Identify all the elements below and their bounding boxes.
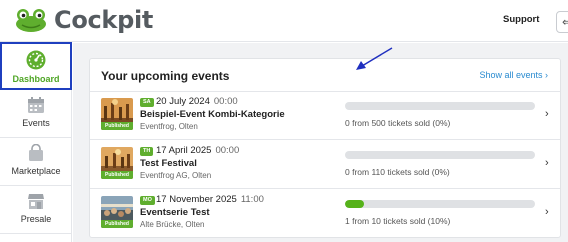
frog-logo-icon (16, 9, 46, 32)
event-date: 17 November 2025 11:00 (156, 194, 264, 205)
sidebar-item-label: Events (22, 118, 50, 128)
main-content: Your upcoming events Show all events › P… (73, 43, 568, 242)
shopping-bag-icon (29, 144, 43, 161)
event-title: Eventserie Test (140, 207, 210, 218)
event-venue: Eventfrog AG, Olten (140, 171, 212, 180)
event-title: Test Festival (140, 158, 197, 169)
tickets-sold-text: 0 from 500 tickets sold (0%) (345, 118, 451, 128)
event-row[interactable]: Published TH 17 April 2025 00:00 Test Fes… (90, 141, 560, 189)
ticket-progress-fill (345, 200, 364, 208)
status-badge: Published (101, 122, 133, 130)
ticket-progress-bar (345, 200, 535, 208)
event-row[interactable]: Published MO 17 November 2025 11:00 Event… (90, 190, 560, 238)
top-bar: Cockpit Support ⇐ (0, 0, 568, 42)
ticket-progress-bar (345, 102, 535, 110)
event-time: 00:00 (215, 145, 240, 156)
sidebar-item-presale[interactable]: Presale (0, 186, 72, 234)
weekday-badge: SA (140, 98, 154, 107)
store-icon (28, 194, 44, 209)
status-badge: Published (101, 220, 133, 228)
sidebar-item-label: Dashboard (12, 74, 60, 84)
calendar-icon (28, 97, 44, 113)
event-title: Beispiel-Event Kombi-Kategorie (140, 109, 285, 120)
logout-button[interactable]: ⇐ (556, 11, 568, 33)
upcoming-events-card: Your upcoming events Show all events › P… (89, 58, 561, 238)
event-time: 11:00 (240, 194, 264, 205)
app-logo[interactable]: Cockpit (14, 5, 153, 35)
sidebar-item-label: Marketplace (11, 166, 61, 176)
app-name: Cockpit (54, 6, 154, 34)
event-time: 00:00 (213, 96, 238, 107)
event-date-text: 17 April 2025 (156, 145, 212, 156)
chevron-right-icon[interactable]: › (545, 108, 549, 120)
event-date-text: 20 July 2024 (156, 96, 210, 107)
show-all-events-link[interactable]: Show all events › (479, 70, 548, 80)
event-date: 17 April 2025 00:00 (156, 145, 239, 156)
tickets-sold-text: 0 from 110 tickets sold (0%) (345, 167, 450, 177)
logout-icon: ⇐ (562, 15, 568, 29)
tickets-sold-text: 1 from 10 tickets sold (10%) (345, 216, 451, 226)
event-venue: Alte Brücke, Olten (140, 220, 205, 229)
event-date: 20 July 2024 00:00 (156, 96, 238, 107)
support-link[interactable]: Support (503, 14, 539, 25)
card-title: Your upcoming events (101, 69, 230, 83)
event-venue: Eventfrog, Olten (140, 122, 198, 131)
gauge-icon (26, 50, 46, 70)
sidebar-item-dashboard[interactable]: Dashboard (0, 42, 72, 90)
sidebar-item-marketplace[interactable]: Marketplace (0, 138, 72, 186)
chevron-right-icon[interactable]: › (545, 206, 549, 218)
event-thumbnail: Published (101, 98, 133, 130)
event-date-text: 17 November 2025 (156, 194, 237, 205)
event-row[interactable]: Published SA 20 July 2024 00:00 Beispiel-… (90, 92, 560, 140)
sidebar: Dashboard Events Marketplace Presale (0, 42, 72, 242)
status-badge: Published (101, 171, 133, 179)
event-thumbnail: Published (101, 147, 133, 179)
weekday-badge: MO (140, 196, 155, 205)
weekday-badge: TH (140, 147, 154, 156)
chevron-right-icon[interactable]: › (545, 157, 549, 169)
ticket-progress-bar (345, 151, 535, 159)
sidebar-item-label: Presale (20, 214, 52, 224)
event-thumbnail: Published (101, 196, 133, 228)
sidebar-item-events[interactable]: Events (0, 90, 72, 138)
